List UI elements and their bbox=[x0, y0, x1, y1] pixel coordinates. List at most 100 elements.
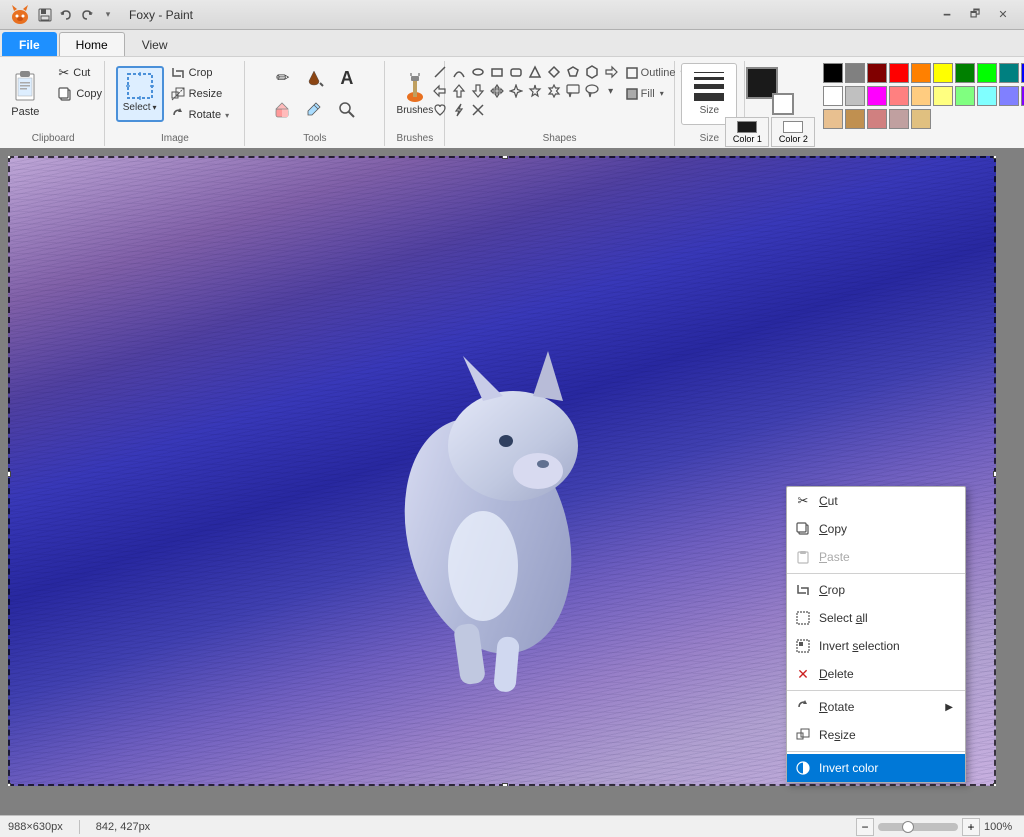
palette-color-mauve[interactable] bbox=[889, 109, 909, 129]
ctx-resize[interactable]: Resize bbox=[787, 721, 965, 749]
copy-button[interactable]: Copy bbox=[53, 84, 107, 104]
shape-x[interactable] bbox=[469, 101, 487, 119]
ctx-select-all[interactable]: Select all bbox=[787, 604, 965, 632]
qa-dropdown-button[interactable]: ▾ bbox=[99, 6, 117, 24]
rotate-button[interactable]: Rotate ▾ bbox=[166, 105, 234, 125]
fill-button[interactable] bbox=[300, 63, 330, 93]
palette-color-silver[interactable] bbox=[845, 86, 865, 106]
sel-handle-tr[interactable] bbox=[993, 156, 996, 159]
sel-handle-bl[interactable] bbox=[8, 783, 11, 786]
zoom-out-button[interactable]: − bbox=[856, 818, 874, 836]
tab-view[interactable]: View bbox=[125, 32, 185, 56]
shape-roundrect[interactable] bbox=[507, 63, 525, 81]
shape-star6[interactable] bbox=[545, 82, 563, 100]
palette-color-pink[interactable] bbox=[889, 86, 909, 106]
redo-button[interactable] bbox=[78, 6, 96, 24]
copy-label: Copy bbox=[76, 88, 102, 100]
shape-triangle[interactable] bbox=[526, 63, 544, 81]
minimize-button[interactable]: 🗕 bbox=[934, 5, 960, 25]
ctx-crop[interactable]: Crop bbox=[787, 576, 965, 604]
sel-handle-mr[interactable] bbox=[993, 471, 996, 477]
palette-color-green[interactable] bbox=[977, 63, 997, 83]
shape-curve[interactable] bbox=[450, 63, 468, 81]
shape-oval[interactable] bbox=[469, 63, 487, 81]
sel-handle-ml[interactable] bbox=[8, 471, 11, 477]
zoom-thumb[interactable] bbox=[902, 821, 914, 833]
shape-star5[interactable] bbox=[526, 82, 544, 100]
sel-handle-tl[interactable] bbox=[8, 156, 11, 159]
ctx-delete[interactable]: ✕ Delete bbox=[787, 660, 965, 688]
shape-4arrow[interactable] bbox=[488, 82, 506, 100]
eraser-button[interactable] bbox=[268, 95, 298, 125]
shape-arrow-down[interactable] bbox=[469, 82, 487, 100]
zoom-in-button[interactable]: + bbox=[962, 818, 980, 836]
palette-color-magenta[interactable] bbox=[867, 86, 887, 106]
shape-callout-rect[interactable] bbox=[564, 82, 582, 100]
shape-arrow-left[interactable] bbox=[431, 82, 449, 100]
paste-button[interactable]: Paste bbox=[0, 63, 51, 125]
color2-swatch[interactable] bbox=[772, 93, 794, 115]
ctx-invert-selection[interactable]: Invert selection bbox=[787, 632, 965, 660]
palette-color-cyan[interactable] bbox=[977, 86, 997, 106]
cut-button[interactable]: ✂ Cut bbox=[53, 63, 107, 83]
palette-color-lightgreen[interactable] bbox=[955, 86, 975, 106]
colorpicker-button[interactable] bbox=[300, 95, 330, 125]
palette-color-darkgreen[interactable] bbox=[955, 63, 975, 83]
ctx-invert-color[interactable]: Invert color bbox=[787, 754, 965, 782]
ctx-copy[interactable]: Copy bbox=[787, 515, 965, 543]
ctx-cut-icon: ✂ bbox=[795, 493, 811, 509]
palette-color-gold[interactable] bbox=[911, 109, 931, 129]
palette-color-yellow[interactable] bbox=[933, 63, 953, 83]
palette-color-lightyellow[interactable] bbox=[933, 86, 953, 106]
resize-button[interactable]: Resize bbox=[166, 84, 234, 104]
palette-color-white[interactable] bbox=[823, 86, 843, 106]
shape-pentagon[interactable] bbox=[564, 63, 582, 81]
close-button[interactable]: ✕ bbox=[990, 5, 1016, 25]
palette-color-teal[interactable] bbox=[999, 63, 1019, 83]
undo-button[interactable] bbox=[57, 6, 75, 24]
sel-handle-br[interactable] bbox=[993, 783, 996, 786]
shape-rect[interactable] bbox=[488, 63, 506, 81]
palette-color-maroon[interactable] bbox=[867, 63, 887, 83]
save-button[interactable] bbox=[36, 6, 54, 24]
rotate-chevron: ▾ bbox=[225, 111, 229, 120]
palette-color-black[interactable] bbox=[823, 63, 843, 83]
shape-line[interactable] bbox=[431, 63, 449, 81]
palette-color-orange[interactable] bbox=[911, 63, 931, 83]
palette-color-dustyrose[interactable] bbox=[867, 109, 887, 129]
main-area[interactable]: ✂ Cut Copy Paste bbox=[0, 148, 1024, 815]
palette-color-tan[interactable] bbox=[823, 109, 843, 129]
shape-heart[interactable] bbox=[431, 101, 449, 119]
shapes-more[interactable]: ▾ bbox=[602, 82, 620, 100]
palette-color-brown[interactable] bbox=[845, 109, 865, 129]
shape-star4[interactable] bbox=[507, 82, 525, 100]
eraser-icon bbox=[274, 101, 292, 119]
shape-arrow-up[interactable] bbox=[450, 82, 468, 100]
palette-color-red[interactable] bbox=[889, 63, 909, 83]
text-button[interactable]: A bbox=[332, 63, 362, 93]
ctx-cut-label: Cut bbox=[819, 494, 838, 508]
shape-callout-oval[interactable] bbox=[583, 82, 601, 100]
shape-arrow-right[interactable] bbox=[602, 63, 620, 81]
palette-color-gray[interactable] bbox=[845, 63, 865, 83]
select-button[interactable]: Select ▾ bbox=[116, 66, 164, 122]
zoom-slider[interactable] bbox=[878, 823, 958, 831]
color1-button[interactable]: Color 1 bbox=[725, 117, 769, 147]
ctx-invert-color-label: Invert color bbox=[819, 761, 878, 775]
color2-button[interactable]: Color 2 bbox=[771, 117, 815, 147]
maximize-button[interactable]: 🗗 bbox=[962, 5, 988, 25]
palette-color-peach[interactable] bbox=[911, 86, 931, 106]
shape-diamond[interactable] bbox=[545, 63, 563, 81]
shape-hexagon[interactable] bbox=[583, 63, 601, 81]
sel-handle-bc[interactable] bbox=[502, 783, 508, 786]
crop-button[interactable]: Crop bbox=[166, 63, 234, 83]
tab-home[interactable]: Home bbox=[59, 32, 125, 56]
palette-color-lightblue[interactable] bbox=[999, 86, 1019, 106]
magnify-button[interactable] bbox=[332, 95, 362, 125]
tab-file[interactable]: File bbox=[2, 32, 57, 56]
sel-handle-tc[interactable] bbox=[502, 156, 508, 159]
shape-lightning[interactable] bbox=[450, 101, 468, 119]
pencil-button[interactable]: ✏ bbox=[268, 63, 298, 93]
ctx-cut[interactable]: ✂ Cut bbox=[787, 487, 965, 515]
ctx-rotate[interactable]: Rotate ▶ bbox=[787, 693, 965, 721]
